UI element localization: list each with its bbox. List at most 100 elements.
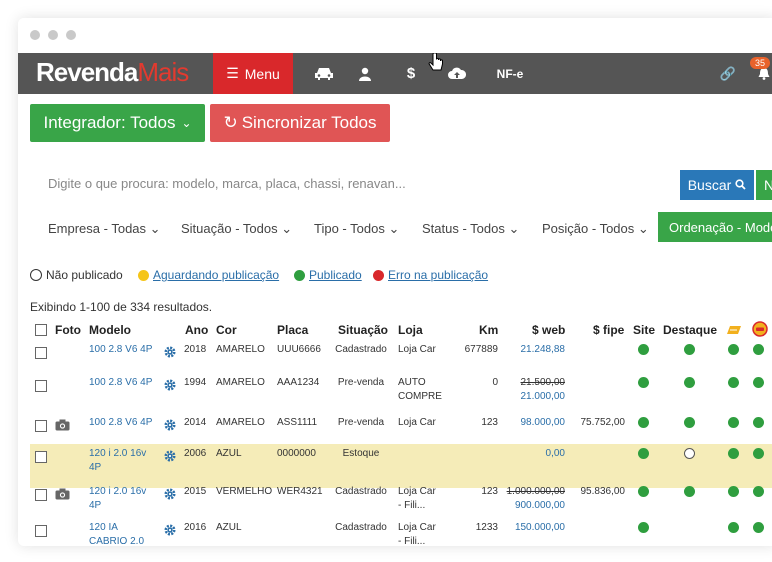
portal-status-dot[interactable] bbox=[728, 417, 739, 428]
site-status-dot[interactable] bbox=[638, 486, 649, 497]
modelo-link[interactable]: 100 2.8 V6 4P bbox=[89, 416, 159, 430]
web-price-cell: 98.000,00 bbox=[488, 416, 566, 430]
old-price: 21.500,00 bbox=[520, 377, 566, 388]
car-icon[interactable] bbox=[304, 53, 344, 94]
legend-erro[interactable]: Erro na publicação bbox=[373, 268, 488, 282]
modelo-link[interactable]: 120 i 2.0 16v 4P bbox=[89, 447, 159, 475]
destaque-status-dot[interactable] bbox=[684, 377, 695, 388]
search-input[interactable]: Digite o que procura: modelo, marca, pla… bbox=[48, 176, 406, 191]
legend-publicado[interactable]: Publicado bbox=[294, 268, 362, 282]
destaque-status-dot[interactable] bbox=[684, 486, 695, 497]
portal-tag-icon bbox=[726, 323, 742, 341]
col-foto[interactable]: Foto bbox=[55, 323, 81, 337]
col-ano[interactable]: Ano bbox=[185, 323, 208, 337]
row-checkbox[interactable] bbox=[35, 420, 47, 432]
menu-button[interactable]: ☰ Menu bbox=[213, 53, 293, 94]
col-loja[interactable]: Loja bbox=[398, 323, 423, 337]
select-all-checkbox[interactable] bbox=[35, 324, 47, 336]
filter-situacao[interactable]: Situação - Todos ⌄ bbox=[181, 221, 292, 237]
portal-status-dot[interactable] bbox=[728, 344, 739, 355]
modelo-line[interactable]: 120 IA bbox=[89, 521, 159, 535]
portal-status-dot[interactable] bbox=[753, 417, 764, 428]
modelo-line[interactable]: 120 i 2.0 16v bbox=[89, 447, 159, 461]
col-km[interactable]: Km bbox=[479, 323, 498, 337]
col-placa[interactable]: Placa bbox=[277, 323, 308, 337]
ano-cell: 2006 bbox=[184, 448, 207, 459]
modelo-link[interactable]: 120 IA CABRIO 2.0 bbox=[89, 521, 159, 546]
site-status-dot[interactable] bbox=[638, 448, 649, 459]
placa-cell: ASS1111 bbox=[277, 417, 318, 428]
portal-status-dot[interactable] bbox=[753, 344, 764, 355]
site-status-dot[interactable] bbox=[638, 522, 649, 533]
destaque-status-dot[interactable] bbox=[684, 417, 695, 428]
modelo-line[interactable]: 120 i 2.0 16v bbox=[89, 485, 159, 499]
situacao-cell: Estoque bbox=[342, 448, 380, 459]
chevron-down-icon: ⌄ bbox=[181, 116, 192, 130]
filter-tipo[interactable]: Tipo - Todos ⌄ bbox=[314, 221, 399, 237]
web-price-cell: 21.248,88 bbox=[488, 343, 566, 357]
row-checkbox[interactable] bbox=[35, 347, 47, 359]
modelo-link[interactable]: 100 2.8 V6 4P bbox=[89, 376, 159, 390]
portal-status-dot[interactable] bbox=[728, 377, 739, 388]
row-checkbox[interactable] bbox=[35, 525, 47, 537]
portal-status-dot[interactable] bbox=[753, 448, 764, 459]
row-checkbox[interactable] bbox=[35, 380, 47, 392]
row-checkbox[interactable] bbox=[35, 489, 47, 501]
col-destaque[interactable]: Destaque bbox=[663, 323, 717, 337]
window-dot[interactable] bbox=[66, 30, 76, 40]
cloud-upload-icon[interactable] bbox=[442, 53, 472, 94]
col-fipe[interactable]: $ fipe bbox=[593, 323, 624, 337]
portal-status-dot[interactable] bbox=[753, 377, 764, 388]
modelo-line[interactable]: 4P bbox=[89, 499, 159, 513]
gear-icon[interactable] bbox=[164, 449, 176, 467]
modelo-line[interactable]: 100 2.8 V6 4P bbox=[89, 376, 159, 390]
ordenacao-dropdown[interactable]: Ordenação - Mode bbox=[658, 212, 772, 242]
link-icon[interactable]: 🔗 bbox=[718, 53, 738, 94]
portal-status-dot[interactable] bbox=[753, 486, 764, 497]
col-modelo[interactable]: Modelo bbox=[89, 323, 131, 337]
site-status-dot[interactable] bbox=[638, 344, 649, 355]
window-dot[interactable] bbox=[48, 30, 58, 40]
filter-posicao[interactable]: Posição - Todos ⌄ bbox=[542, 221, 649, 237]
filter-empresa[interactable]: Empresa - Todas ⌄ bbox=[48, 221, 161, 237]
col-cor[interactable]: Cor bbox=[216, 323, 237, 337]
portal-status-dot[interactable] bbox=[728, 522, 739, 533]
camera-icon[interactable] bbox=[55, 487, 70, 505]
modelo-link[interactable]: 120 i 2.0 16v 4P bbox=[89, 485, 159, 513]
col-site[interactable]: Site bbox=[633, 323, 655, 337]
destaque-status-dot[interactable] bbox=[684, 344, 695, 355]
row-checkbox[interactable] bbox=[35, 451, 47, 463]
web-price-cell: 21.500,00 21.000,00 bbox=[488, 376, 566, 404]
legend-aguardando[interactable]: Aguardando publicação bbox=[138, 268, 279, 282]
gear-icon[interactable] bbox=[164, 378, 176, 396]
portal-status-dot[interactable] bbox=[753, 522, 764, 533]
brand-logo[interactable]: RevendaMais bbox=[36, 57, 189, 88]
refresh-icon: ↻ bbox=[223, 113, 238, 132]
buscar-button[interactable]: Buscar bbox=[680, 170, 754, 200]
novo-button[interactable]: N bbox=[756, 170, 772, 200]
camera-icon[interactable] bbox=[55, 418, 70, 436]
gear-icon[interactable] bbox=[164, 487, 176, 505]
dollar-icon[interactable]: $ bbox=[396, 53, 426, 94]
filter-status[interactable]: Status - Todos ⌄ bbox=[422, 221, 519, 237]
modelo-line[interactable]: CABRIO 2.0 bbox=[89, 535, 159, 546]
portal-status-dot[interactable] bbox=[728, 448, 739, 459]
gear-icon[interactable] bbox=[164, 523, 176, 541]
nfe-link[interactable]: NF-e bbox=[490, 53, 530, 94]
user-icon[interactable] bbox=[350, 53, 380, 94]
integrador-dropdown[interactable]: Integrador: Todos ⌄ bbox=[30, 104, 205, 142]
destaque-status-dot[interactable] bbox=[684, 448, 695, 459]
site-status-dot[interactable] bbox=[638, 377, 649, 388]
col-situacao[interactable]: Situação bbox=[338, 323, 388, 337]
gear-icon[interactable] bbox=[164, 345, 176, 363]
modelo-line[interactable]: 100 2.8 V6 4P bbox=[89, 416, 159, 430]
modelo-link[interactable]: 100 2.8 V6 4P bbox=[89, 343, 159, 357]
gear-icon[interactable] bbox=[164, 418, 176, 436]
site-status-dot[interactable] bbox=[638, 417, 649, 428]
window-dot[interactable] bbox=[30, 30, 40, 40]
col-web[interactable]: $ web bbox=[532, 323, 565, 337]
sincronizar-button[interactable]: ↻ Sincronizar Todos bbox=[210, 104, 390, 142]
portal-status-dot[interactable] bbox=[728, 486, 739, 497]
modelo-line[interactable]: 4P bbox=[89, 461, 159, 475]
modelo-line[interactable]: 100 2.8 V6 4P bbox=[89, 343, 159, 357]
